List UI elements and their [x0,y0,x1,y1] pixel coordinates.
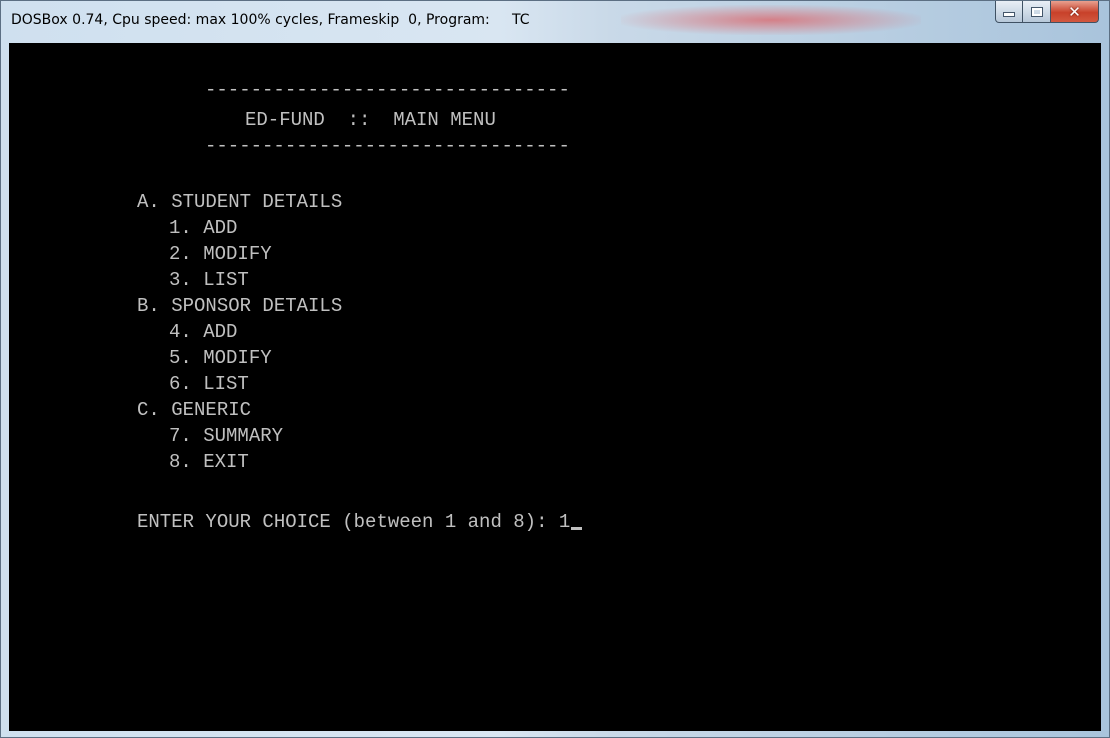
title-bar-glow [621,5,921,35]
menu-heading: ED-FUND :: MAIN MENU [245,109,496,131]
section-label-sponsor: B. SPONSOR DETAILS [137,295,343,317]
maximize-icon [1030,6,1043,17]
minimize-icon [1003,12,1015,17]
choice-input[interactable]: 1 [559,511,570,533]
menu-rule-top: -------------------------------- [205,79,570,101]
menu-item-2: 2. MODIFY [169,243,272,265]
choice-prompt-line[interactable]: ENTER YOUR CHOICE (between 1 and 8): 1 [137,511,583,533]
section-label-generic: C. GENERIC [137,399,252,421]
caption-buttons: ✕ [995,1,1099,25]
menu-item-5: 5. MODIFY [169,347,272,369]
menu-rule-bottom: -------------------------------- [205,135,570,157]
dosbox-window: DOSBox 0.74, Cpu speed: max 100% cycles,… [0,0,1110,738]
close-button[interactable]: ✕ [1051,1,1099,23]
menu-item-4: 4. ADD [169,321,238,343]
text-cursor [571,527,583,530]
minimize-button[interactable] [995,1,1023,23]
menu-item-7: 7. SUMMARY [169,425,284,447]
menu-item-8: 8. EXIT [169,451,249,473]
choice-prompt: ENTER YOUR CHOICE (between 1 and 8): [137,511,559,533]
close-icon: ✕ [1068,2,1081,21]
menu-item-1: 1. ADD [169,217,238,239]
dos-screen[interactable]: -------------------------------- ED-FUND… [9,43,1101,731]
menu-item-3: 3. LIST [169,269,249,291]
maximize-button[interactable] [1023,1,1051,23]
window-title: DOSBox 0.74, Cpu speed: max 100% cycles,… [11,12,530,28]
terminal-text: -------------------------------- ED-FUND… [9,43,583,533]
title-bar[interactable]: DOSBox 0.74, Cpu speed: max 100% cycles,… [1,1,1109,43]
section-label-student: A. STUDENT DETAILS [137,191,343,213]
menu-item-6: 6. LIST [169,373,249,395]
